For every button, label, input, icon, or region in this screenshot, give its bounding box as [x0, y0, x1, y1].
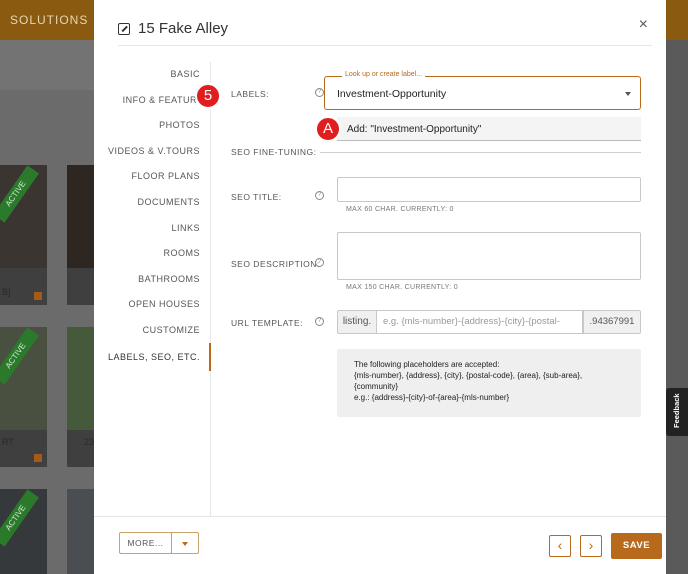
nav-item-customize[interactable]: CUSTOMIZE: [143, 325, 200, 335]
nav-item-bathrooms[interactable]: BATHROOMS: [138, 274, 200, 284]
card-badge: [34, 292, 42, 300]
seo-divider: [320, 152, 641, 153]
edit-listing-modal: 15 Fake Alley × BASIC INFO & FEATURES PH…: [94, 0, 666, 574]
nav-item-labels-seo[interactable]: LABELS, SEO, ETC.: [108, 352, 200, 362]
labels-label: LABELS:: [231, 89, 269, 99]
nav-item-links[interactable]: LINKS: [171, 223, 200, 233]
modal-header: 15 Fake Alley: [118, 20, 228, 37]
more-dropdown-button[interactable]: [171, 532, 199, 554]
help-icon[interactable]: ?: [315, 317, 324, 326]
card-text: B]: [2, 287, 11, 297]
section-nav: BASIC INFO & FEATURES PHOTOS VIDEOS & V.…: [94, 62, 211, 516]
nav-item-videos-tours[interactable]: VIDEOS & V.TOURS: [108, 146, 200, 156]
nav-item-photos[interactable]: PHOTOS: [159, 120, 200, 130]
background-card: ACTIVE RT: [0, 327, 47, 467]
seo-title-input[interactable]: [337, 177, 641, 202]
background-toolbar-row: [0, 40, 94, 90]
card-text: 23: [84, 437, 95, 447]
card-text: RT: [2, 437, 14, 447]
edit-icon: [118, 22, 130, 35]
nav-item-rooms[interactable]: ROOMS: [163, 248, 200, 258]
background-card: 23: [67, 327, 94, 467]
seo-description-label: SEO DESCRIPTION:: [231, 259, 320, 269]
help-icon[interactable]: ?: [315, 88, 324, 97]
background-card: ACTIVE B]: [0, 165, 47, 305]
option-marker: A: [315, 116, 341, 142]
background-card: [67, 165, 94, 305]
card-badge: [34, 454, 42, 462]
url-prefix: listing.: [337, 310, 377, 334]
chevron-left-icon[interactable]: ‹: [549, 535, 571, 557]
feedback-tab[interactable]: Feedback: [666, 388, 688, 436]
nav-item-open-houses[interactable]: OPEN HOUSES: [128, 299, 200, 309]
url-template-label: URL TEMPLATE:: [231, 318, 303, 328]
info-line: The following placeholders are accepted:: [354, 360, 500, 369]
help-icon[interactable]: ?: [315, 191, 324, 200]
feedback-label: Feedback: [672, 393, 681, 428]
labels-dropdown: Add: "Investment-Opportunity": [337, 117, 641, 141]
seo-description-hint: MAX 150 CHAR. CURRENTLY: 0: [346, 284, 458, 291]
info-line: {mls-number}, {address}, {city}, {postal…: [354, 371, 583, 380]
labels-input-legend: Look up or create label...: [342, 71, 426, 78]
background-card: ACTIVE: [0, 489, 47, 574]
url-suffix: .94367991: [583, 310, 641, 334]
chevron-right-icon[interactable]: ›: [580, 535, 602, 557]
seo-title-hint: MAX 60 CHAR. CURRENTLY: 0: [346, 206, 454, 213]
nav-active-indicator: [209, 343, 211, 371]
add-label-option[interactable]: Add: "Investment-Opportunity": [347, 124, 481, 135]
seo-section-heading: SEO FINE-TUNING:: [231, 147, 317, 157]
seo-description-input[interactable]: [337, 232, 641, 280]
modal-title: 15 Fake Alley: [138, 20, 229, 37]
help-icon[interactable]: ?: [315, 258, 324, 267]
placeholder-info-box: The following placeholders are accepted:…: [337, 349, 641, 417]
url-template-input[interactable]: e.g. {mls-number}-{address}-{city}-{post…: [377, 310, 583, 334]
seo-title-label: SEO TITLE:: [231, 192, 282, 202]
labels-input-value: Investment-Opportunity: [337, 88, 447, 100]
background-card: [67, 489, 94, 574]
header-divider: [118, 45, 652, 46]
nav-item-basic[interactable]: BASIC: [170, 69, 200, 79]
caret-down-icon[interactable]: [625, 92, 631, 96]
nav-item-floor-plans[interactable]: FLOOR PLANS: [131, 171, 200, 181]
save-button[interactable]: SAVE: [611, 533, 662, 559]
more-button[interactable]: MORE...: [119, 532, 172, 554]
step-marker: 5: [195, 83, 221, 109]
info-line: e.g.: {address}-{city}-of-{area}-{mls-nu…: [354, 393, 510, 402]
labels-input[interactable]: Investment-Opportunity: [324, 76, 641, 110]
background-right-edge: [666, 40, 688, 574]
nav-item-documents[interactable]: DOCUMENTS: [138, 197, 201, 207]
brand-text: SOLUTIONS: [10, 13, 89, 27]
info-line: {community}: [354, 382, 399, 391]
close-button[interactable]: ×: [639, 16, 648, 34]
